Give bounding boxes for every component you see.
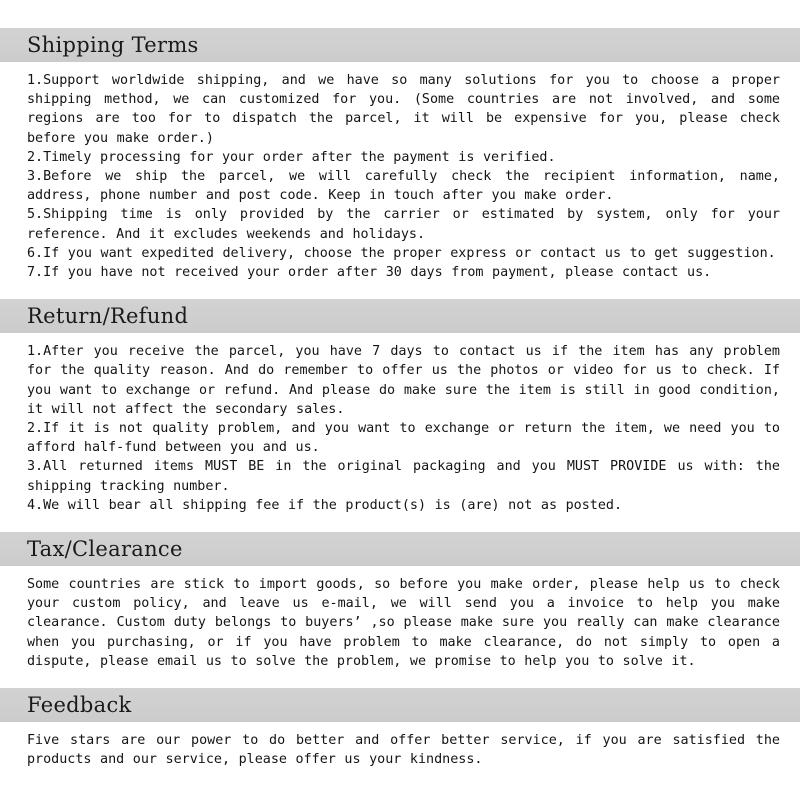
paragraph: Some countries are stick to import goods…: [27, 577, 780, 669]
section-header-tax-clearance: Tax/Clearance: [0, 532, 800, 567]
paragraph: 7.If you have not received your order af…: [27, 265, 712, 281]
section-title: Return/Refund: [27, 304, 189, 329]
paragraph: 4.We will bear all shipping fee if the p…: [27, 497, 623, 513]
paragraph: 3.Before we ship the parcel, we will car…: [27, 169, 780, 204]
section-tax-clearance: Tax/Clearance Some countries are stick t…: [0, 532, 800, 679]
section-body-return-refund: 1.After you receive the parcel, you have…: [0, 342, 800, 523]
section-header-feedback: Feedback: [0, 688, 800, 723]
section-title: Tax/Clearance: [27, 537, 183, 562]
paragraph: 6.If you want expedited delivery, choose…: [27, 245, 776, 261]
section-body-shipping-terms: 1.Support worldwide shipping, and we hav…: [0, 71, 800, 290]
paragraph: 1.Support worldwide shipping, and we hav…: [27, 73, 780, 146]
section-body-tax-clearance: Some countries are stick to import goods…: [0, 575, 800, 679]
section-header-return-refund: Return/Refund: [0, 299, 800, 334]
paragraph: 2.If it is not quality problem, and you …: [27, 421, 780, 456]
section-shipping-terms: Shipping Terms 1.Support worldwide shipp…: [0, 28, 800, 290]
paragraph: 5.Shipping time is only provided by the …: [27, 207, 780, 242]
section-title: Shipping Terms: [27, 33, 199, 57]
section-feedback: Feedback Five stars are our power to do …: [0, 688, 800, 769]
paragraph: 2.Timely processing for your order after…: [27, 149, 556, 165]
section-title: Feedback: [27, 693, 132, 718]
paragraph: 3.All returned items MUST BE in the orig…: [27, 459, 780, 494]
paragraph: Five stars are our power to do better an…: [27, 733, 780, 768]
section-return-refund: Return/Refund 1.After you receive the pa…: [0, 299, 800, 523]
section-header-shipping-terms: Shipping Terms: [0, 28, 800, 62]
section-body-feedback: Five stars are our power to do better an…: [0, 731, 800, 769]
policy-document-page: Shipping Terms 1.Support worldwide shipp…: [0, 0, 800, 800]
paragraph: 1.After you receive the parcel, you have…: [27, 344, 780, 417]
